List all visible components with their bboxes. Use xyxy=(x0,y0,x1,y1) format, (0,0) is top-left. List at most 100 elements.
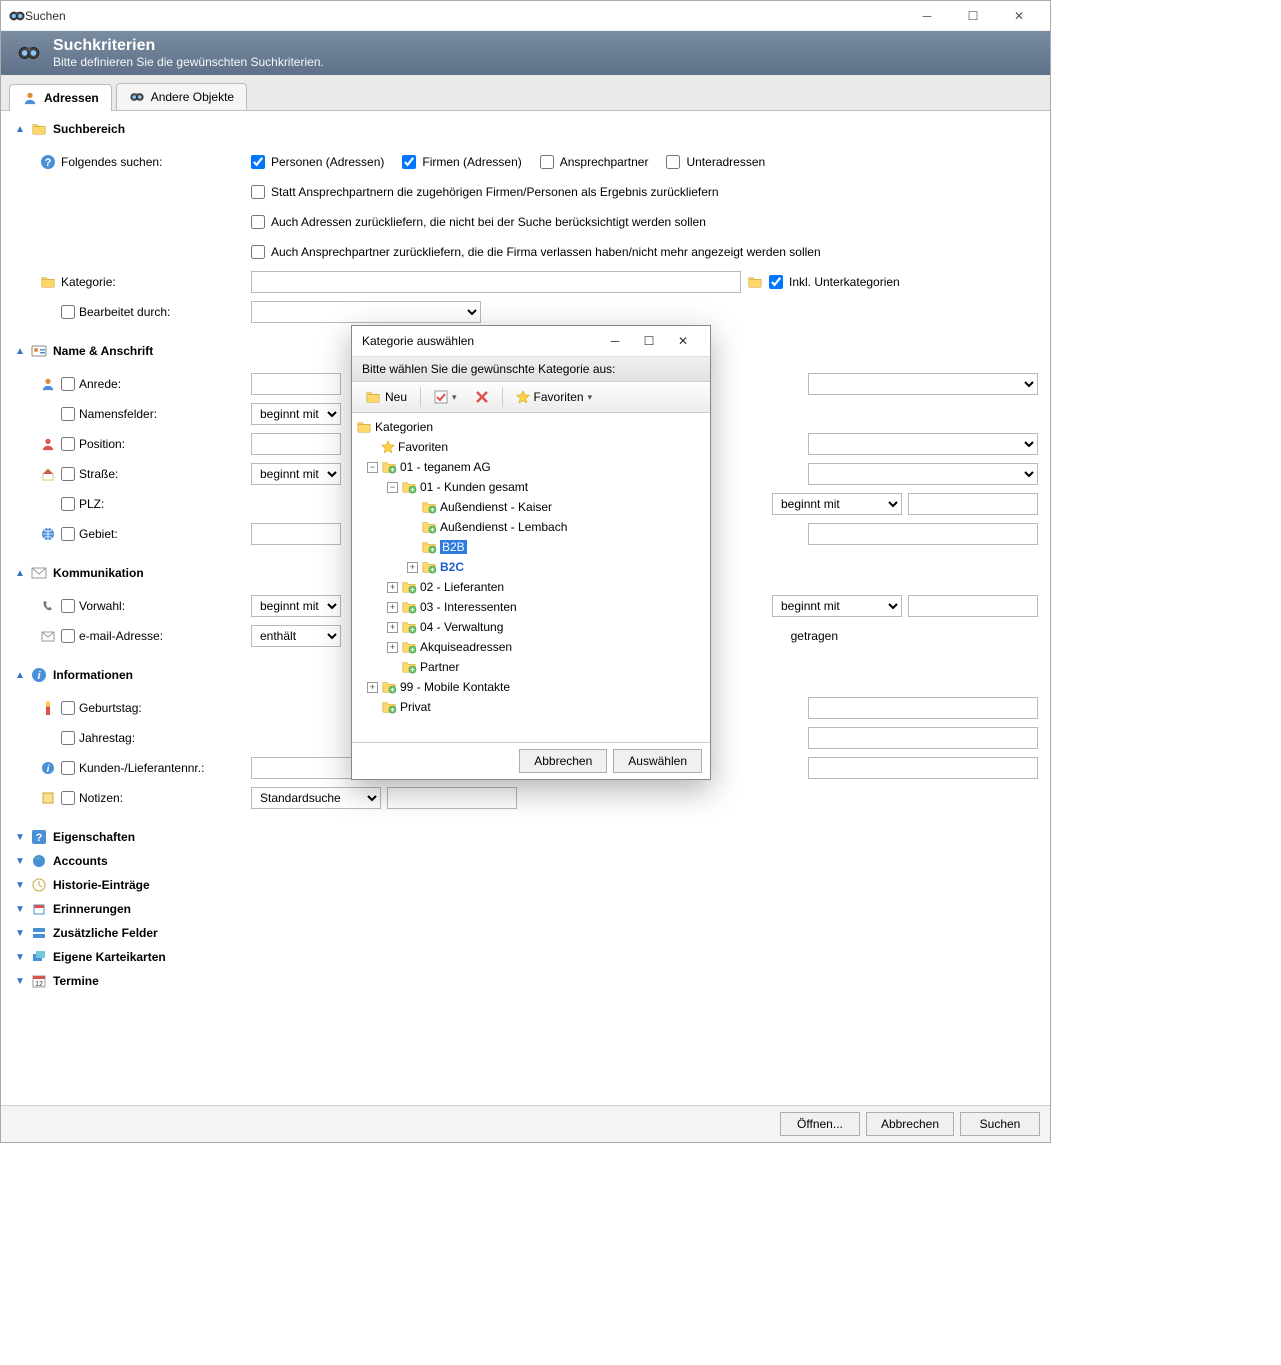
collapse-up-icon: ▲ xyxy=(15,346,25,357)
cancel-button[interactable]: Abbrechen xyxy=(866,1112,954,1136)
tree-node-teganem[interactable]: −01 - teganem AG xyxy=(356,457,706,477)
maximize-button[interactable]: ☐ xyxy=(950,1,996,31)
checkbox-unteradressen[interactable]: Unteradressen xyxy=(666,155,765,169)
tree-node-favoriten[interactable]: Favoriten xyxy=(356,437,706,457)
search-button[interactable]: Suchen xyxy=(960,1112,1040,1136)
tree-node-root[interactable]: Kategorien xyxy=(356,417,706,437)
checkbox-ansprechpartner[interactable]: Ansprechpartner xyxy=(540,155,649,169)
input-gebiet[interactable] xyxy=(251,523,341,545)
expand-node-icon[interactable]: + xyxy=(387,642,398,653)
select-namensfelder-op[interactable]: beginnt mit xyxy=(251,403,341,425)
expand-node-icon[interactable]: + xyxy=(387,582,398,593)
checkbox-email[interactable] xyxy=(61,629,75,643)
dialog-close-button[interactable]: ✕ xyxy=(666,327,700,355)
input-gebiet-extra[interactable] xyxy=(808,523,1038,545)
tree-node-lembach[interactable]: Außendienst - Lembach xyxy=(356,517,706,537)
label-bearbeitet: Bearbeitet durch: xyxy=(79,305,170,319)
close-button[interactable]: ✕ xyxy=(996,1,1042,31)
checkbox-inkl-unterkategorien[interactable]: Inkl. Unterkategorien xyxy=(769,275,900,289)
contact-card-icon xyxy=(31,343,47,359)
checkbox-bearbeitet[interactable] xyxy=(61,305,75,319)
dialog-select-button[interactable]: Auswählen xyxy=(613,749,702,773)
tab-andere-objekte[interactable]: Andere Objekte xyxy=(116,83,247,110)
input-position[interactable] xyxy=(251,433,341,455)
expand-node-icon[interactable]: + xyxy=(407,562,418,573)
dialog-maximize-button[interactable]: ☐ xyxy=(632,327,666,355)
folder-open-icon[interactable] xyxy=(747,274,763,290)
section-toggle-termine[interactable]: ▼12Termine xyxy=(13,969,1038,993)
select-position-extra[interactable] xyxy=(808,433,1038,455)
select-strasse-op[interactable]: beginnt mit xyxy=(251,463,341,485)
select-anrede-extra[interactable] xyxy=(808,373,1038,395)
dialog-minimize-button[interactable]: ─ xyxy=(598,327,632,355)
checkbox-plz[interactable] xyxy=(61,497,75,511)
input-plz-extra[interactable] xyxy=(908,493,1038,515)
select-bearbeitet[interactable] xyxy=(251,301,481,323)
input-kategorie[interactable] xyxy=(251,271,741,293)
label-notizen: Notizen: xyxy=(79,791,123,805)
input-geburtstag-extra[interactable] xyxy=(808,697,1038,719)
checkbox-firmen[interactable]: Firmen (Adressen) xyxy=(402,155,521,169)
svg-text:?: ? xyxy=(36,832,43,844)
select-strasse-extra[interactable] xyxy=(808,463,1038,485)
toolbar-delete-button[interactable] xyxy=(468,386,496,408)
tree-node-interessenten[interactable]: +03 - Interessenten xyxy=(356,597,706,617)
input-matchcode[interactable] xyxy=(808,757,1038,779)
toolbar-check-button[interactable]: ▾ xyxy=(427,386,464,408)
tree-node-partner[interactable]: Partner xyxy=(356,657,706,677)
input-vorwahl-extra[interactable] xyxy=(908,595,1038,617)
toolbar-new-button[interactable]: Neu xyxy=(358,386,414,408)
checkbox-geburtstag[interactable] xyxy=(61,701,75,715)
select-email-op[interactable]: enthält xyxy=(251,625,341,647)
expand-node-icon[interactable]: + xyxy=(387,622,398,633)
section-toggle-eigene[interactable]: ▼Eigene Karteikarten xyxy=(13,945,1038,969)
checkbox-strasse[interactable] xyxy=(61,467,75,481)
section-toggle-accounts[interactable]: ▼Accounts xyxy=(13,849,1038,873)
checkbox-statt[interactable]: Statt Ansprechpartnern die zugehörigen F… xyxy=(251,185,719,199)
select-vorwahl-op[interactable]: beginnt mit xyxy=(251,595,341,617)
checkbox-auch-adressen[interactable]: Auch Adressen zurückliefern, die nicht b… xyxy=(251,215,706,229)
checkbox-jahrestag[interactable] xyxy=(61,731,75,745)
input-notizen[interactable] xyxy=(387,787,517,809)
checkbox-vorwahl[interactable] xyxy=(61,599,75,613)
toolbar-favorites-button[interactable]: Favoriten▾ xyxy=(509,386,600,408)
checkbox-notizen[interactable] xyxy=(61,791,75,805)
checkbox-personen[interactable]: Personen (Adressen) xyxy=(251,155,384,169)
checkbox-gebiet[interactable] xyxy=(61,527,75,541)
collapse-node-icon[interactable]: − xyxy=(367,462,378,473)
checkbox-auch-ansprech[interactable]: Auch Ansprechpartner zurückliefern, die … xyxy=(251,245,821,259)
globe-icon xyxy=(31,853,47,869)
input-jahrestag-extra[interactable] xyxy=(808,727,1038,749)
folder-icon xyxy=(31,121,47,137)
collapse-node-icon[interactable]: − xyxy=(387,482,398,493)
tree-node-kunden[interactable]: −01 - Kunden gesamt xyxy=(356,477,706,497)
section-toggle-historie[interactable]: ▼Historie-Einträge xyxy=(13,873,1038,897)
open-button[interactable]: Öffnen... xyxy=(780,1112,860,1136)
tree-node-mobile[interactable]: +99 - Mobile Kontakte xyxy=(356,677,706,697)
tree-node-b2c[interactable]: +B2C xyxy=(356,557,706,577)
minimize-button[interactable]: ─ xyxy=(904,1,950,31)
tree-node-akquise[interactable]: +Akquiseadressen xyxy=(356,637,706,657)
checkbox-position[interactable] xyxy=(61,437,75,451)
select-vorwahl-extra-op[interactable]: beginnt mit xyxy=(772,595,902,617)
tree-node-privat[interactable]: Privat xyxy=(356,697,706,717)
expand-node-icon[interactable]: + xyxy=(387,602,398,613)
input-anrede[interactable] xyxy=(251,373,341,395)
section-toggle-eigenschaften[interactable]: ▼?Eigenschaften xyxy=(13,825,1038,849)
tree-node-b2b[interactable]: B2B xyxy=(356,537,706,557)
tree-node-lieferanten[interactable]: +02 - Lieferanten xyxy=(356,577,706,597)
checkbox-namensfelder[interactable] xyxy=(61,407,75,421)
select-plz-op[interactable]: beginnt mit xyxy=(772,493,902,515)
section-toggle-zusatz[interactable]: ▼Zusätzliche Felder xyxy=(13,921,1038,945)
expand-node-icon[interactable]: + xyxy=(367,682,378,693)
select-notizen-mode[interactable]: Standardsuche xyxy=(251,787,381,809)
section-toggle-erinnerungen[interactable]: ▼Erinnerungen xyxy=(13,897,1038,921)
checkbox-kundennr[interactable] xyxy=(61,761,75,775)
section-toggle-suchbereich[interactable]: ▲ Suchbereich xyxy=(13,117,1038,141)
tree-node-verwaltung[interactable]: +04 - Verwaltung xyxy=(356,617,706,637)
tab-adressen[interactable]: Adressen xyxy=(9,84,112,111)
tree-node-kaiser[interactable]: Außendienst - Kaiser xyxy=(356,497,706,517)
dialog-cancel-button[interactable]: Abbrechen xyxy=(519,749,607,773)
checkbox-anrede[interactable] xyxy=(61,377,75,391)
header-binoculars-icon xyxy=(13,43,45,63)
